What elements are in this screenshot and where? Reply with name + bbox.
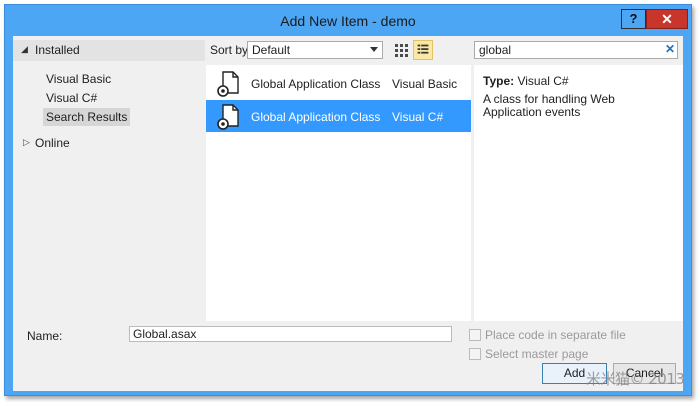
add-new-item-dialog: Add New Item - demo ? ✕ ◢ Installed Visu… [4,4,692,396]
tree-node-installed[interactable]: ◢ Installed [13,40,205,61]
dialog-body: ◢ Installed Visual Basic Visual C# Searc… [13,36,683,391]
collapsed-arrow-icon[interactable]: ▷ [23,137,30,148]
watermark: 米米猫© 2013 [586,370,685,388]
global-application-class-icon [217,104,239,130]
tree-item-visual-csharp[interactable]: Visual C# [43,89,100,107]
title-bar[interactable]: Add New Item - demo ? ✕ [5,5,691,35]
sort-by-label: Sort by: [210,43,252,57]
global-application-class-icon [217,71,239,97]
search-value: global [479,43,512,57]
template-name: Global Application Class [251,77,381,91]
sort-by-value: Default [252,43,291,57]
place-code-checkbox[interactable]: Place code in separate file [469,328,679,343]
tree-item-visual-basic[interactable]: Visual Basic [43,70,114,88]
checkbox-box[interactable] [469,329,481,341]
template-row-vb[interactable]: Global Application Class Visual Basic [206,67,471,99]
chevron-down-icon [370,47,378,52]
online-label: Online [35,136,70,150]
close-button[interactable]: ✕ [646,9,688,29]
template-row-csharp[interactable]: Global Application Class Visual C# [206,100,471,132]
checkbox-box[interactable] [469,348,481,360]
list-view-icon[interactable] [413,40,433,60]
template-name: Global Application Class [251,110,381,124]
dialog-title: Add New Item - demo [280,13,416,29]
select-master-page-checkbox[interactable]: Select master page [469,347,679,362]
template-description: A class for handling Web Application eve… [483,92,615,119]
sort-by-dropdown[interactable]: Default [247,41,383,59]
type-value: Visual C# [517,74,569,88]
template-language: Visual Basic [392,77,458,91]
search-installed-templates-input[interactable]: global ✕ [474,41,678,59]
name-field[interactable]: Global.asax [129,326,452,342]
template-type: Type: Visual C# [483,74,569,88]
help-button[interactable]: ? [621,9,646,29]
category-tree: ◢ Installed Visual Basic Visual C# Searc… [13,36,205,320]
place-code-label: Place code in separate file [485,328,626,342]
template-language: Visual C# [392,110,444,124]
installed-label: Installed [35,43,80,57]
name-label: Name: [27,329,63,343]
expanded-arrow-icon[interactable]: ◢ [21,44,28,55]
tree-item-search-results[interactable]: Search Results [43,108,131,126]
tree-node-online[interactable]: ▷ Online [13,133,205,153]
sort-toolbar: Sort by: Default [205,36,473,63]
medium-icons-view-icon[interactable] [393,42,409,58]
select-master-label: Select master page [485,347,589,361]
type-label: Type: [483,74,515,88]
clear-search-icon[interactable]: ✕ [665,42,675,56]
template-list: Global Application Class Visual Basic Gl… [206,65,471,321]
template-details: Type: Visual C# A class for handling Web… [474,65,683,321]
